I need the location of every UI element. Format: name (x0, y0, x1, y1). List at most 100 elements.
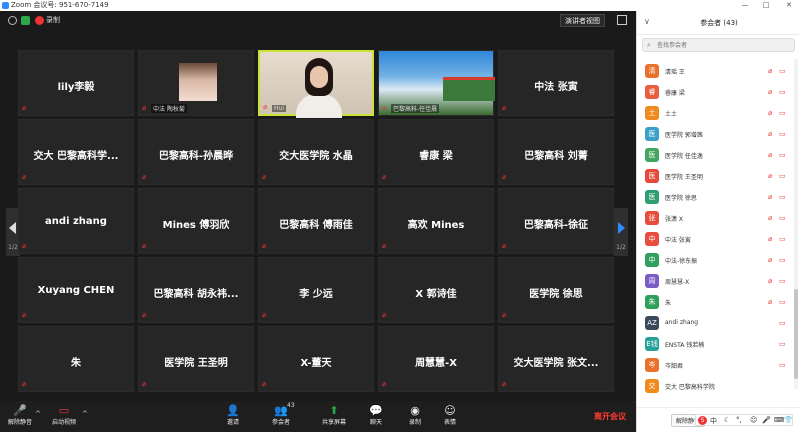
participant-tile[interactable]: 巴黎高科-孙晨晔 ⌀ (138, 119, 254, 185)
participant-name: ENSTA 钱若楠 (665, 342, 705, 349)
participant-tile[interactable]: 交大医学院 张文... ⌀ (498, 326, 614, 392)
mic-muted-icon: ⌀ (142, 242, 147, 250)
speaker-view-button[interactable]: 演讲者视图 (560, 14, 605, 27)
info-icon[interactable] (8, 16, 17, 25)
maximize-button[interactable]: □ (759, 0, 773, 11)
mic-muted-icon: ⌀ (768, 67, 773, 75)
ime-keyboard-icon[interactable]: ⌨ (774, 416, 784, 424)
mic-muted-icon: ⌀ (382, 173, 387, 181)
leave-meeting-button[interactable]: 离开会议 (594, 411, 626, 422)
meeting-topbar: 录制 演讲者视图 (0, 11, 636, 31)
window-titlebar: Zoom 会议号: 951-670-7149 — □ ✕ (0, 0, 800, 11)
mic-muted-icon: ⌀ (142, 380, 147, 388)
fullscreen-icon[interactable] (617, 15, 627, 25)
participant-tile[interactable]: 睿康 梁 ⌀ (378, 119, 494, 185)
ime-voice-icon[interactable]: 🎤 (762, 416, 771, 424)
panel-footer: 解除静音 S 中 ☾ °, ☺ 🎤 ⌨ 👕 (637, 407, 800, 432)
share-screen-button[interactable]: ⬆ 共享屏幕 (314, 403, 354, 430)
reactions-button[interactable]: ☺ 表情 (430, 403, 470, 430)
participant-row[interactable]: 周周慧慧-X ⌀ ▭ (637, 271, 793, 292)
participant-name: 医学院 郭增茜 (665, 132, 703, 139)
participant-tile[interactable]: 周慧慧-X ⌀ (378, 326, 494, 392)
start-video-button[interactable]: ▭ 启动视频 (44, 403, 84, 430)
participant-list-scrollbar[interactable] (794, 59, 798, 389)
participant-tile-name: 巴黎高科 傅雨佳 (279, 220, 353, 231)
ime-skin-icon[interactable]: 👕 (784, 416, 793, 424)
participant-tile[interactable]: ⌀ 巴黎高科-任佳晨 (378, 50, 495, 116)
participant-tile[interactable]: 交大 巴黎高科学... ⌀ (18, 119, 134, 185)
participant-row[interactable]: E钱 ENSTA 钱若楠 ▭ (637, 334, 793, 355)
participant-tile[interactable]: lily李毅 ⌀ (18, 50, 134, 116)
participant-tile[interactable]: 巴黎高科-徐征 ⌀ (498, 188, 614, 254)
audio-options-caret-icon[interactable]: ^ (35, 410, 41, 418)
participant-tile[interactable]: X-董天 ⌀ (258, 326, 374, 392)
participant-search-input[interactable] (657, 40, 792, 50)
participant-tile[interactable]: ⌀ Hui (258, 50, 374, 118)
participant-avatar: 土 (645, 106, 659, 120)
participant-avatar: 张 (645, 211, 659, 225)
participant-tile[interactable]: X 郭诗佳 ⌀ (378, 257, 494, 323)
participant-tile[interactable]: 医学院 徐思 ⌀ (498, 257, 614, 323)
participant-tile[interactable]: 交大医学院 水晶 ⌀ (258, 119, 374, 185)
participant-tile[interactable]: Xuyang CHEN ⌀ (18, 257, 134, 323)
participant-tile[interactable]: 中法 张寅 ⌀ (498, 50, 614, 116)
participant-avatar: 医 (645, 148, 659, 162)
ime-punct-icon[interactable]: °, (736, 416, 742, 424)
search-icon: ⌕ (647, 41, 651, 49)
unmute-button[interactable]: 🎤 解除静音 (0, 403, 40, 430)
participant-avatar: 睿 (645, 85, 659, 99)
participants-button[interactable]: 👥 43 参会者 (261, 402, 301, 430)
participant-row[interactable]: 医医学院 徐思 ⌀ ▭ (637, 187, 793, 208)
camera-off-icon: ▭ (779, 235, 786, 243)
participant-row[interactable]: 土土土 ⌀ ▭ (637, 103, 793, 124)
participant-row[interactable]: 医医学院 王圣明 ⌀ ▭ (637, 166, 793, 187)
participant-row[interactable]: 朱朱 ⌀ ▭ (637, 292, 793, 313)
mic-muted-icon: ⌀ (502, 242, 507, 250)
participant-tile-name: X-董天 (300, 358, 332, 369)
video-options-caret-icon[interactable]: ^ (82, 410, 88, 418)
participant-row[interactable]: 岑岑韶君 ▭ (637, 355, 793, 376)
minimize-button[interactable]: — (738, 0, 752, 11)
camera-off-icon: ▭ (779, 172, 786, 180)
participant-tile[interactable]: 高欢 Mines ⌀ (378, 188, 494, 254)
meeting-toolbar: 🎤 解除静音 ^ ▭ 启动视频 ^ 👤 邀请 👥 43 参会者 ⬆ 共享屏幕 💬… (0, 401, 636, 432)
next-page-button[interactable]: 1/2 (614, 208, 628, 256)
arrow-left-icon (9, 222, 16, 234)
participant-tile[interactable]: 巴黎高科 胡永祎... ⌀ (138, 257, 254, 323)
security-shield-icon[interactable] (21, 16, 30, 25)
participant-tile[interactable]: 李 少远 ⌀ (258, 257, 374, 323)
participant-row[interactable]: 清清瑶 王 ⌀ ▭ (637, 61, 793, 82)
participant-tile[interactable]: 医学院 王圣明 ⌀ (138, 326, 254, 392)
record-button[interactable]: ◉ 录制 (395, 403, 435, 430)
participant-tile-name: 交大医学院 水晶 (279, 151, 353, 162)
participant-tile[interactable]: 朱 ⌀ (18, 326, 134, 392)
camera-off-icon: ▭ (779, 361, 786, 369)
invite-label: 邀请 (226, 419, 239, 426)
participant-row[interactable]: 张张潇 X ⌀ ▭ (637, 208, 793, 229)
participant-row[interactable]: 睿睿康 梁 ⌀ ▭ (637, 82, 793, 103)
chat-button[interactable]: 💬 聊天 (356, 403, 396, 430)
participant-row[interactable]: AZ andi zhang ▭ (637, 313, 793, 334)
participant-search[interactable]: ⌕ (642, 38, 795, 52)
camera-off-icon: ▭ (779, 193, 786, 201)
mic-muted-icon: ⌀ (768, 298, 773, 306)
participant-row[interactable]: 医医学院 任佳逸 ⌀ ▭ (637, 145, 793, 166)
scrollbar-thumb[interactable] (794, 289, 798, 379)
participant-tile[interactable]: 巴黎高科 刘菁 ⌀ (498, 119, 614, 185)
close-button[interactable]: ✕ (782, 0, 796, 11)
participant-tile[interactable]: Mines 傅羽欣 ⌀ (138, 188, 254, 254)
participant-avatar: E钱 (645, 337, 659, 351)
participant-tile-name: 医学院 徐思 (529, 289, 583, 300)
participant-tile[interactable]: 巴黎高科 傅雨佳 ⌀ (258, 188, 374, 254)
participant-tile[interactable]: andi zhang ⌀ (18, 188, 134, 254)
ime-emoji-icon[interactable]: ☺ (750, 416, 757, 424)
participant-row[interactable]: 医医学院 郭增茜 ⌀ ▭ (637, 124, 793, 145)
ime-mode[interactable]: 中 (710, 416, 717, 426)
participant-row[interactable]: 中中法-徐东振 ⌀ ▭ (637, 250, 793, 271)
ime-moon-icon[interactable]: ☾ (724, 416, 730, 424)
participant-row[interactable]: 中中法 张寅 ⌀ ▭ (637, 229, 793, 250)
participant-row[interactable]: 交交大 巴黎高科学院 (637, 376, 793, 397)
participant-tile[interactable]: ⌀ 中法 陶秋菊 (138, 50, 254, 116)
invite-button[interactable]: 👤 邀请 (213, 403, 253, 430)
ime-toolbar: S 中 ☾ °, ☺ 🎤 ⌨ 👕 (695, 414, 793, 426)
